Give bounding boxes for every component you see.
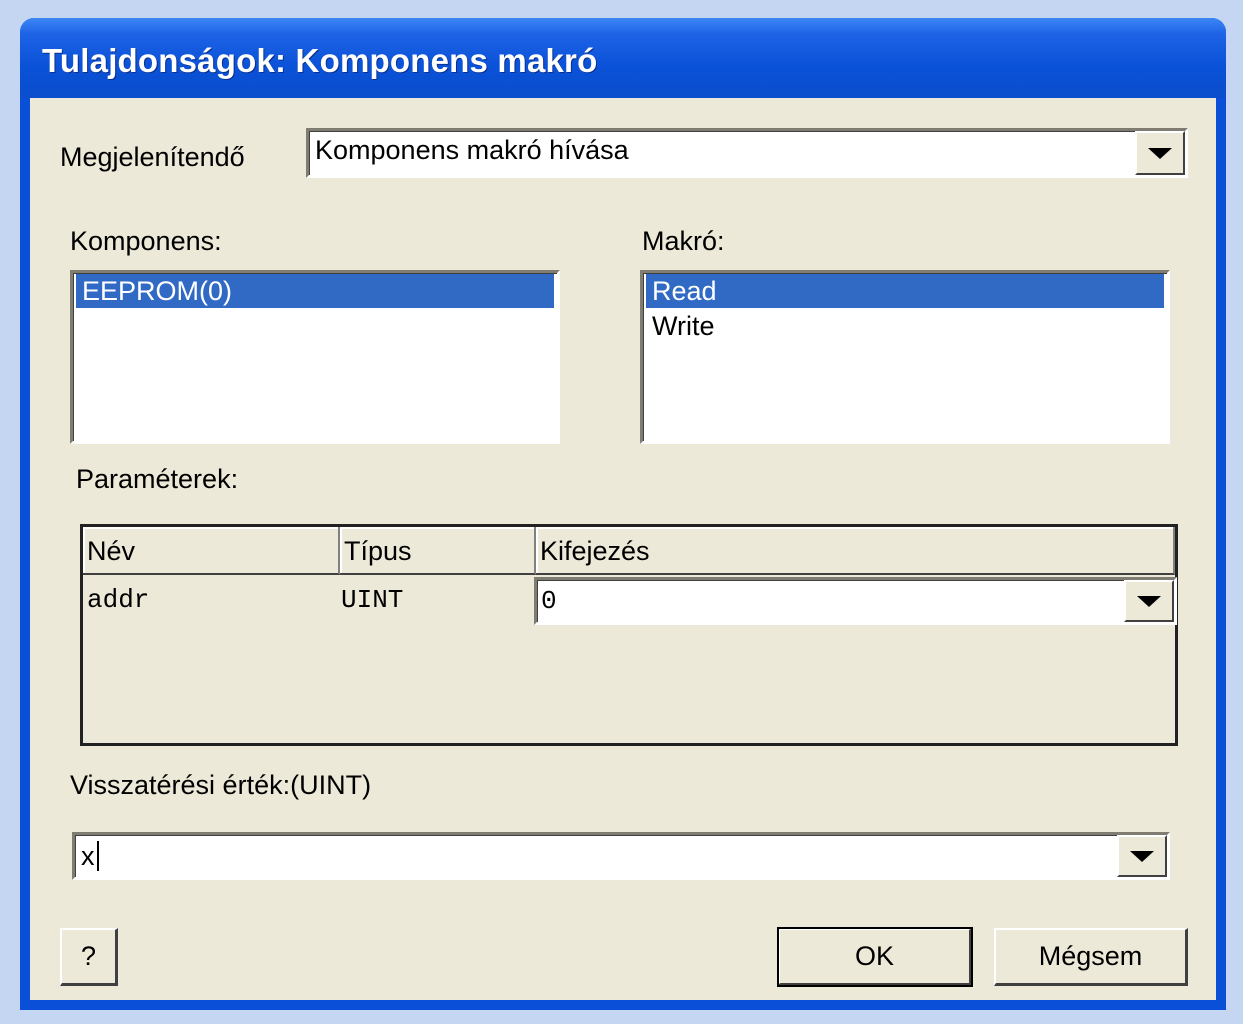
- component-label: Komponens:: [70, 226, 222, 256]
- display-label: Megjelenítendő: [60, 142, 245, 172]
- ok-button[interactable]: OK: [777, 927, 973, 987]
- cancel-button[interactable]: Mégsem: [994, 928, 1188, 986]
- text-caret: [97, 841, 99, 871]
- display-dropdown-button[interactable]: [1135, 131, 1185, 175]
- chevron-down-icon: [1137, 595, 1161, 607]
- column-header-expression[interactable]: Kifejezés: [536, 527, 1175, 575]
- dialog-body: Megjelenítendő Komponens makró hívása Ko…: [30, 98, 1216, 1000]
- display-combo[interactable]: Komponens makró hívása: [306, 128, 1188, 178]
- component-list-item[interactable]: EEPROM(0): [76, 274, 554, 308]
- component-listbox[interactable]: EEPROM(0): [70, 270, 560, 444]
- title-bar[interactable]: Tulajdonságok: Komponens makró: [20, 18, 1226, 98]
- return-value-dropdown-button[interactable]: [1117, 835, 1167, 877]
- param-expression-value: 0: [541, 586, 557, 616]
- expression-dropdown-button[interactable]: [1124, 580, 1174, 622]
- chevron-down-icon: [1130, 850, 1154, 862]
- return-value-combo[interactable]: x: [72, 832, 1170, 880]
- macro-list-item-write[interactable]: Write: [646, 309, 1164, 343]
- macro-label: Makró:: [642, 226, 725, 256]
- param-expression-combo[interactable]: 0: [534, 577, 1177, 625]
- parameters-label: Paraméterek:: [76, 464, 239, 494]
- column-header-type[interactable]: Típus: [340, 527, 536, 575]
- help-button[interactable]: ?: [60, 928, 118, 986]
- return-value-label: Visszatérési érték:(UINT): [70, 770, 372, 800]
- param-type-cell: UINT: [341, 585, 404, 615]
- macro-list-item-read[interactable]: Read: [646, 274, 1164, 308]
- chevron-down-icon: [1148, 147, 1172, 159]
- parameters-grid: Név Típus Kifejezés addr UINT 0: [80, 524, 1178, 746]
- macro-listbox[interactable]: Read Write: [640, 270, 1170, 444]
- display-combo-value: Komponens makró hívása: [315, 135, 629, 165]
- dialog-window: Tulajdonságok: Komponens makró Megjelení…: [20, 18, 1226, 1010]
- param-name-cell: addr: [87, 585, 150, 615]
- window-title: Tulajdonságok: Komponens makró: [42, 42, 598, 79]
- return-value-input[interactable]: x: [81, 841, 95, 872]
- column-header-name[interactable]: Név: [83, 527, 340, 575]
